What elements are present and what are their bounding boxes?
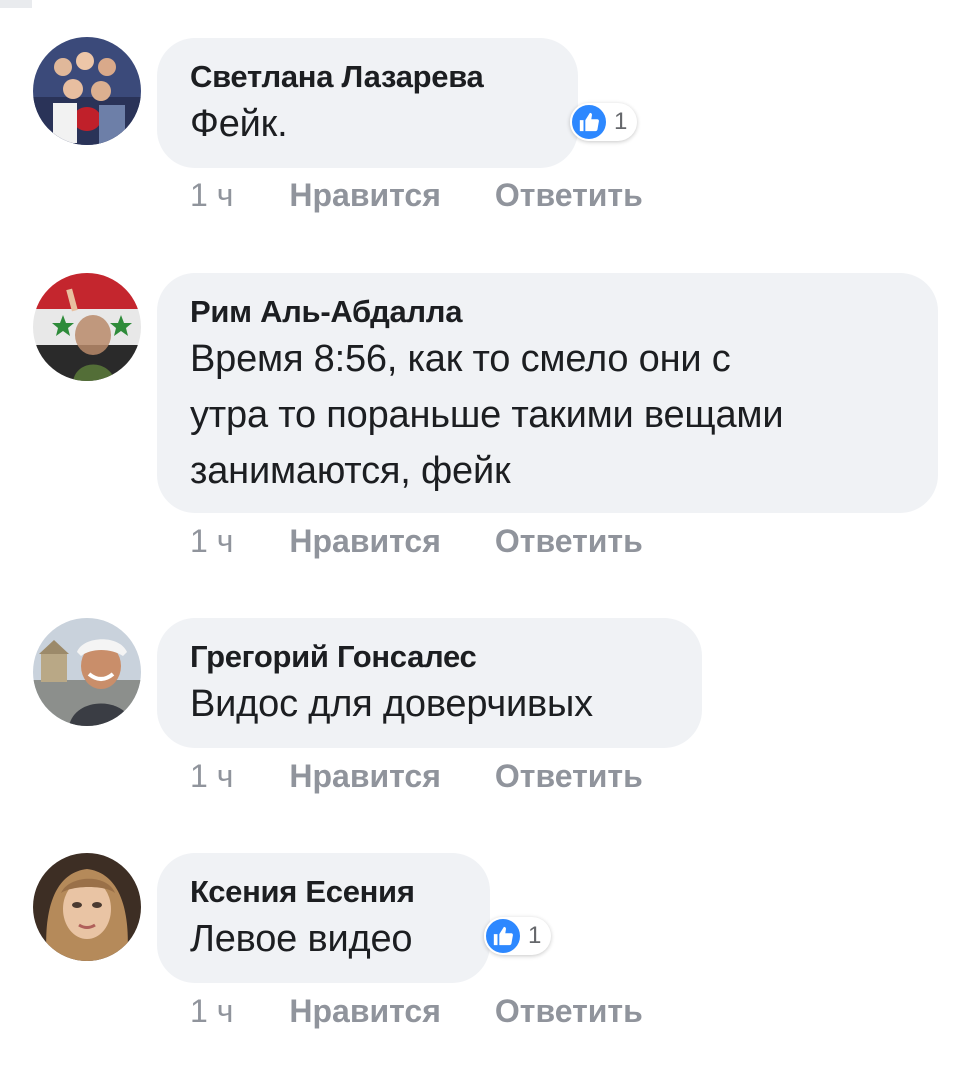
reply-button[interactable]: Ответить: [495, 523, 643, 559]
reaction-number: 1: [528, 922, 542, 949]
comment-time[interactable]: 1 ч: [190, 523, 233, 559]
comment-author[interactable]: Грегорий Гонсалес: [190, 638, 670, 676]
reaction-count[interactable]: 1: [570, 103, 638, 141]
avatar[interactable]: [33, 618, 141, 726]
thumbs-up-icon: [570, 103, 608, 141]
reaction-count[interactable]: 1: [484, 917, 552, 955]
comment-author[interactable]: Светлана Лазарева: [190, 58, 546, 96]
like-button[interactable]: Нравится: [289, 177, 441, 213]
comment-bubble: Грегорий Гонсалес Видос для доверчивых: [157, 618, 702, 748]
comment-text-line: занимаются, фейк: [190, 450, 511, 492]
comment-text-line: утра то пораньше такими вещами: [190, 394, 784, 436]
like-button[interactable]: Нравится: [289, 758, 441, 794]
reply-button[interactable]: Ответить: [495, 177, 643, 213]
comment-text: Левое видео: [190, 918, 413, 960]
comment-actions: 1 ч Нравится Ответить: [190, 756, 643, 796]
reply-button[interactable]: Ответить: [495, 993, 643, 1029]
comment-bubble: Рим Аль-Абдалла Время 8:56, как то смело…: [157, 273, 938, 513]
avatar[interactable]: [33, 853, 141, 961]
comment-text: Видос для доверчивых: [190, 683, 593, 725]
top-divider: [0, 0, 32, 8]
comment-bubble: Ксения Есения Левое видео: [157, 853, 490, 983]
comment-actions: 1 ч Нравится Ответить: [190, 521, 643, 561]
comment-text-line: Время 8:56, как то смело они с: [190, 338, 731, 380]
comment-time[interactable]: 1 ч: [190, 177, 233, 213]
avatar-photo: [33, 618, 141, 726]
avatar[interactable]: [33, 37, 141, 145]
comment-actions: 1 ч Нравится Ответить: [190, 175, 643, 215]
avatar[interactable]: [33, 273, 141, 381]
avatar-photo: [33, 273, 141, 381]
avatar-photo: [33, 853, 141, 961]
comment-bubble: Светлана Лазарева Фейк.: [157, 38, 578, 168]
comment-time[interactable]: 1 ч: [190, 758, 233, 794]
reply-button[interactable]: Ответить: [495, 758, 643, 794]
comment-time[interactable]: 1 ч: [190, 993, 233, 1029]
comment-author[interactable]: Рим Аль-Абдалла: [190, 293, 906, 331]
reaction-number: 1: [614, 108, 628, 135]
comment-actions: 1 ч Нравится Ответить: [190, 991, 643, 1031]
like-button[interactable]: Нравится: [289, 993, 441, 1029]
thumbs-up-icon: [484, 917, 522, 955]
comment-author[interactable]: Ксения Есения: [190, 873, 458, 911]
comment-text: Фейк.: [190, 103, 288, 145]
like-button[interactable]: Нравится: [289, 523, 441, 559]
avatar-photo: [33, 37, 141, 145]
